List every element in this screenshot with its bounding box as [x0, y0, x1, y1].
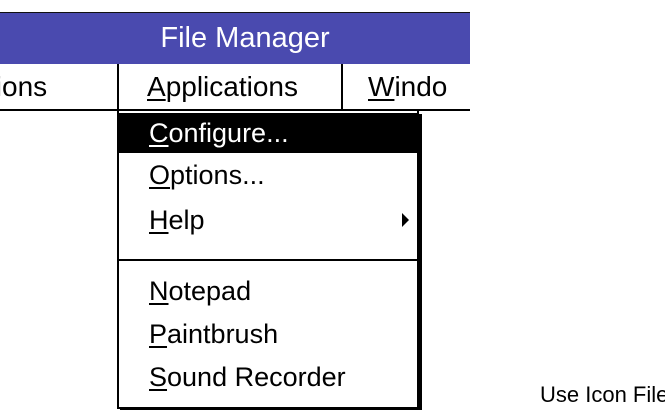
menu-item-notepad-label: otepad: [168, 276, 252, 306]
menu-window[interactable]: Windo: [352, 64, 447, 109]
menu-item-notepad-accel: N: [149, 276, 169, 306]
window-top-edge: [0, 0, 470, 14]
menu-item-sound-recorder-accel: S: [149, 362, 168, 392]
menu-applications-label: pplications: [165, 71, 298, 102]
triangle-right-icon: [402, 213, 409, 227]
applications-dropdown: Configure... Options... Help Notepad Pai…: [117, 111, 419, 409]
menu-item-help[interactable]: Help: [119, 200, 417, 240]
menu-item-help-label: elp: [168, 205, 205, 235]
menu-item-options-accel: O: [149, 160, 171, 190]
menu-bar: tions Applications Windo: [0, 64, 470, 111]
menu-applications[interactable]: Applications: [117, 64, 343, 109]
menu-item-notepad[interactable]: Notepad: [119, 271, 417, 311]
menu-item-configure-accel: C: [149, 118, 169, 148]
menu-item-paintbrush-label: aintbrush: [167, 319, 279, 349]
menu-options-label: tions: [0, 71, 48, 102]
menu-item-configure[interactable]: Configure...: [119, 113, 417, 153]
menu-item-paintbrush[interactable]: Paintbrush: [119, 314, 417, 354]
menu-item-sound-recorder-label: ound Recorder: [167, 362, 346, 392]
menu-separator: [119, 259, 417, 261]
menu-options[interactable]: tions: [0, 64, 47, 109]
menu-item-options-label: ptions...: [170, 160, 265, 190]
menu-item-help-accel: H: [149, 205, 169, 235]
caption-text: Use Icon File: [540, 382, 665, 407]
menu-item-paintbrush-accel: P: [149, 319, 168, 349]
menu-item-sound-recorder[interactable]: Sound Recorder: [119, 357, 417, 397]
menu-window-accel: W: [368, 71, 395, 102]
menu-item-options[interactable]: Options...: [119, 155, 417, 195]
menu-applications-accel: A: [147, 71, 166, 102]
menu-window-label: indo: [394, 71, 448, 102]
window-title: File Manager: [160, 22, 330, 54]
menu-item-configure-label: onfigure...: [168, 118, 289, 148]
title-bar[interactable]: File Manager: [0, 13, 470, 64]
screen: File Manager tions Applications Windo Co…: [0, 0, 665, 410]
